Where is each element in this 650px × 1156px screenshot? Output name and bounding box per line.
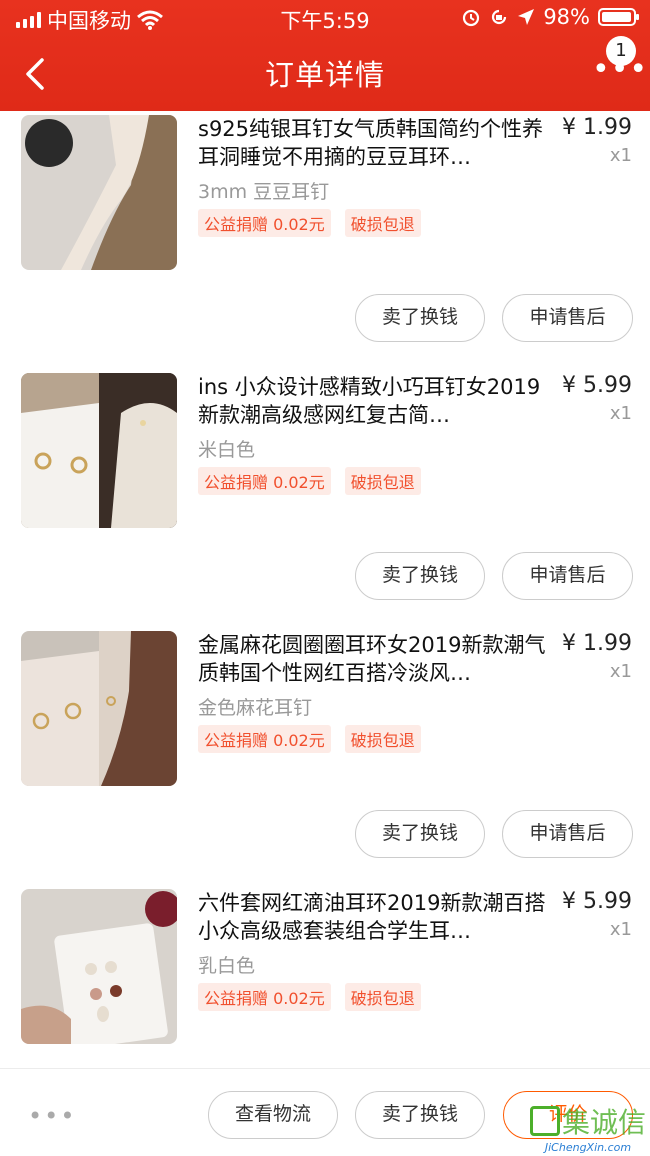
after-sale-button[interactable]: 申请售后 xyxy=(502,294,633,342)
charity-tag: 公益捐赠 0.02元 xyxy=(198,467,331,495)
product-image[interactable] xyxy=(21,373,177,528)
product-price: ¥ 5.99 xyxy=(562,889,632,914)
view-logistics-button[interactable]: 查看物流 xyxy=(208,1091,338,1139)
product-image[interactable] xyxy=(21,115,177,270)
location-icon xyxy=(518,9,535,25)
damage-return-tag: 破损包退 xyxy=(344,983,421,1011)
bottom-action-bar: ••• 查看物流 卖了换钱 评价 集诚信 JiChengXin.com xyxy=(0,1068,650,1156)
damage-return-tag: 破损包退 xyxy=(344,725,421,753)
order-item-list: s925纯银耳钉女气质韩国简约个性养耳洞睡觉不用摘的豆豆耳环… ¥ 1.99 x… xyxy=(0,111,650,1069)
status-bar: 中国移动 下午5:59 98% xyxy=(0,0,650,36)
product-price: ¥ 5.99 xyxy=(562,373,632,398)
chevron-left-icon[interactable] xyxy=(20,54,56,94)
product-spec: 乳白色 xyxy=(198,955,256,977)
product-quantity: x1 xyxy=(609,661,632,682)
product-spec: 3mm 豆豆耳钉 xyxy=(198,181,330,203)
product-name[interactable]: s925纯银耳钉女气质韩国简约个性养耳洞睡觉不用摘的豆豆耳环… xyxy=(198,115,548,171)
battery-percent: 98% xyxy=(543,5,590,29)
product-quantity: x1 xyxy=(609,145,632,166)
product-image[interactable] xyxy=(21,631,177,786)
page-title: 订单详情 xyxy=(264,58,385,92)
after-sale-button[interactable]: 申请售后 xyxy=(502,552,633,600)
charity-tag: 公益捐赠 0.02元 xyxy=(198,209,331,237)
product-spec: 金色麻花耳钉 xyxy=(198,697,313,719)
order-item[interactable]: ins 小众设计感精致小巧耳钉女2019新款潮高级感网红复古简… ¥ 5.99 … xyxy=(0,369,650,627)
product-quantity: x1 xyxy=(609,403,632,424)
product-name[interactable]: 六件套网红滴油耳环2019新款潮百搭小众高级感套装组合学生耳… xyxy=(198,889,548,945)
order-item[interactable]: s925纯银耳钉女气质韩国简约个性养耳洞睡觉不用摘的豆豆耳环… ¥ 1.99 x… xyxy=(0,111,650,369)
product-name[interactable]: 金属麻花圆圈圈耳环女2019新款潮气质韩国个性网红百搭冷淡风… xyxy=(198,631,548,687)
damage-return-tag: 破损包退 xyxy=(344,209,421,237)
message-badge: 1 xyxy=(606,36,636,66)
product-image[interactable] xyxy=(21,889,177,1044)
sell-button[interactable]: 卖了换钱 xyxy=(355,1091,485,1139)
product-spec: 米白色 xyxy=(198,439,256,461)
product-price: ¥ 1.99 xyxy=(562,631,632,656)
watermark: 集诚信 JiChengXin.com xyxy=(529,1101,646,1154)
damage-return-tag: 破损包退 xyxy=(344,467,421,495)
sell-button[interactable]: 卖了换钱 xyxy=(355,552,485,600)
order-item[interactable]: 六件套网红滴油耳环2019新款潮百搭小众高级感套装组合学生耳… ¥ 5.99 x… xyxy=(0,885,650,1069)
alarm-icon xyxy=(463,9,480,27)
watermark-logo-icon xyxy=(529,1106,560,1136)
charity-tag: 公益捐赠 0.02元 xyxy=(198,725,331,753)
top-bar: 中国移动 下午5:59 98% 订单详情 ••• 1 xyxy=(0,0,650,111)
after-sale-button[interactable]: 申请售后 xyxy=(502,810,633,858)
sell-button[interactable]: 卖了换钱 xyxy=(355,294,485,342)
rotation-lock-icon xyxy=(492,9,507,25)
watermark-url: JiChengXin.com xyxy=(544,1141,632,1154)
more-actions-icon[interactable]: ••• xyxy=(28,1102,76,1130)
sell-button[interactable]: 卖了换钱 xyxy=(355,810,485,858)
charity-tag: 公益捐赠 0.02元 xyxy=(198,983,331,1011)
order-item[interactable]: 金属麻花圆圈圈耳环女2019新款潮气质韩国个性网红百搭冷淡风… ¥ 1.99 x… xyxy=(0,627,650,885)
product-quantity: x1 xyxy=(609,919,632,940)
product-price: ¥ 1.99 xyxy=(562,115,632,140)
battery-icon xyxy=(598,8,639,26)
watermark-text: 集诚信 xyxy=(561,1106,646,1139)
product-name[interactable]: ins 小众设计感精致小巧耳钉女2019新款潮高级感网红复古简… xyxy=(198,373,548,429)
